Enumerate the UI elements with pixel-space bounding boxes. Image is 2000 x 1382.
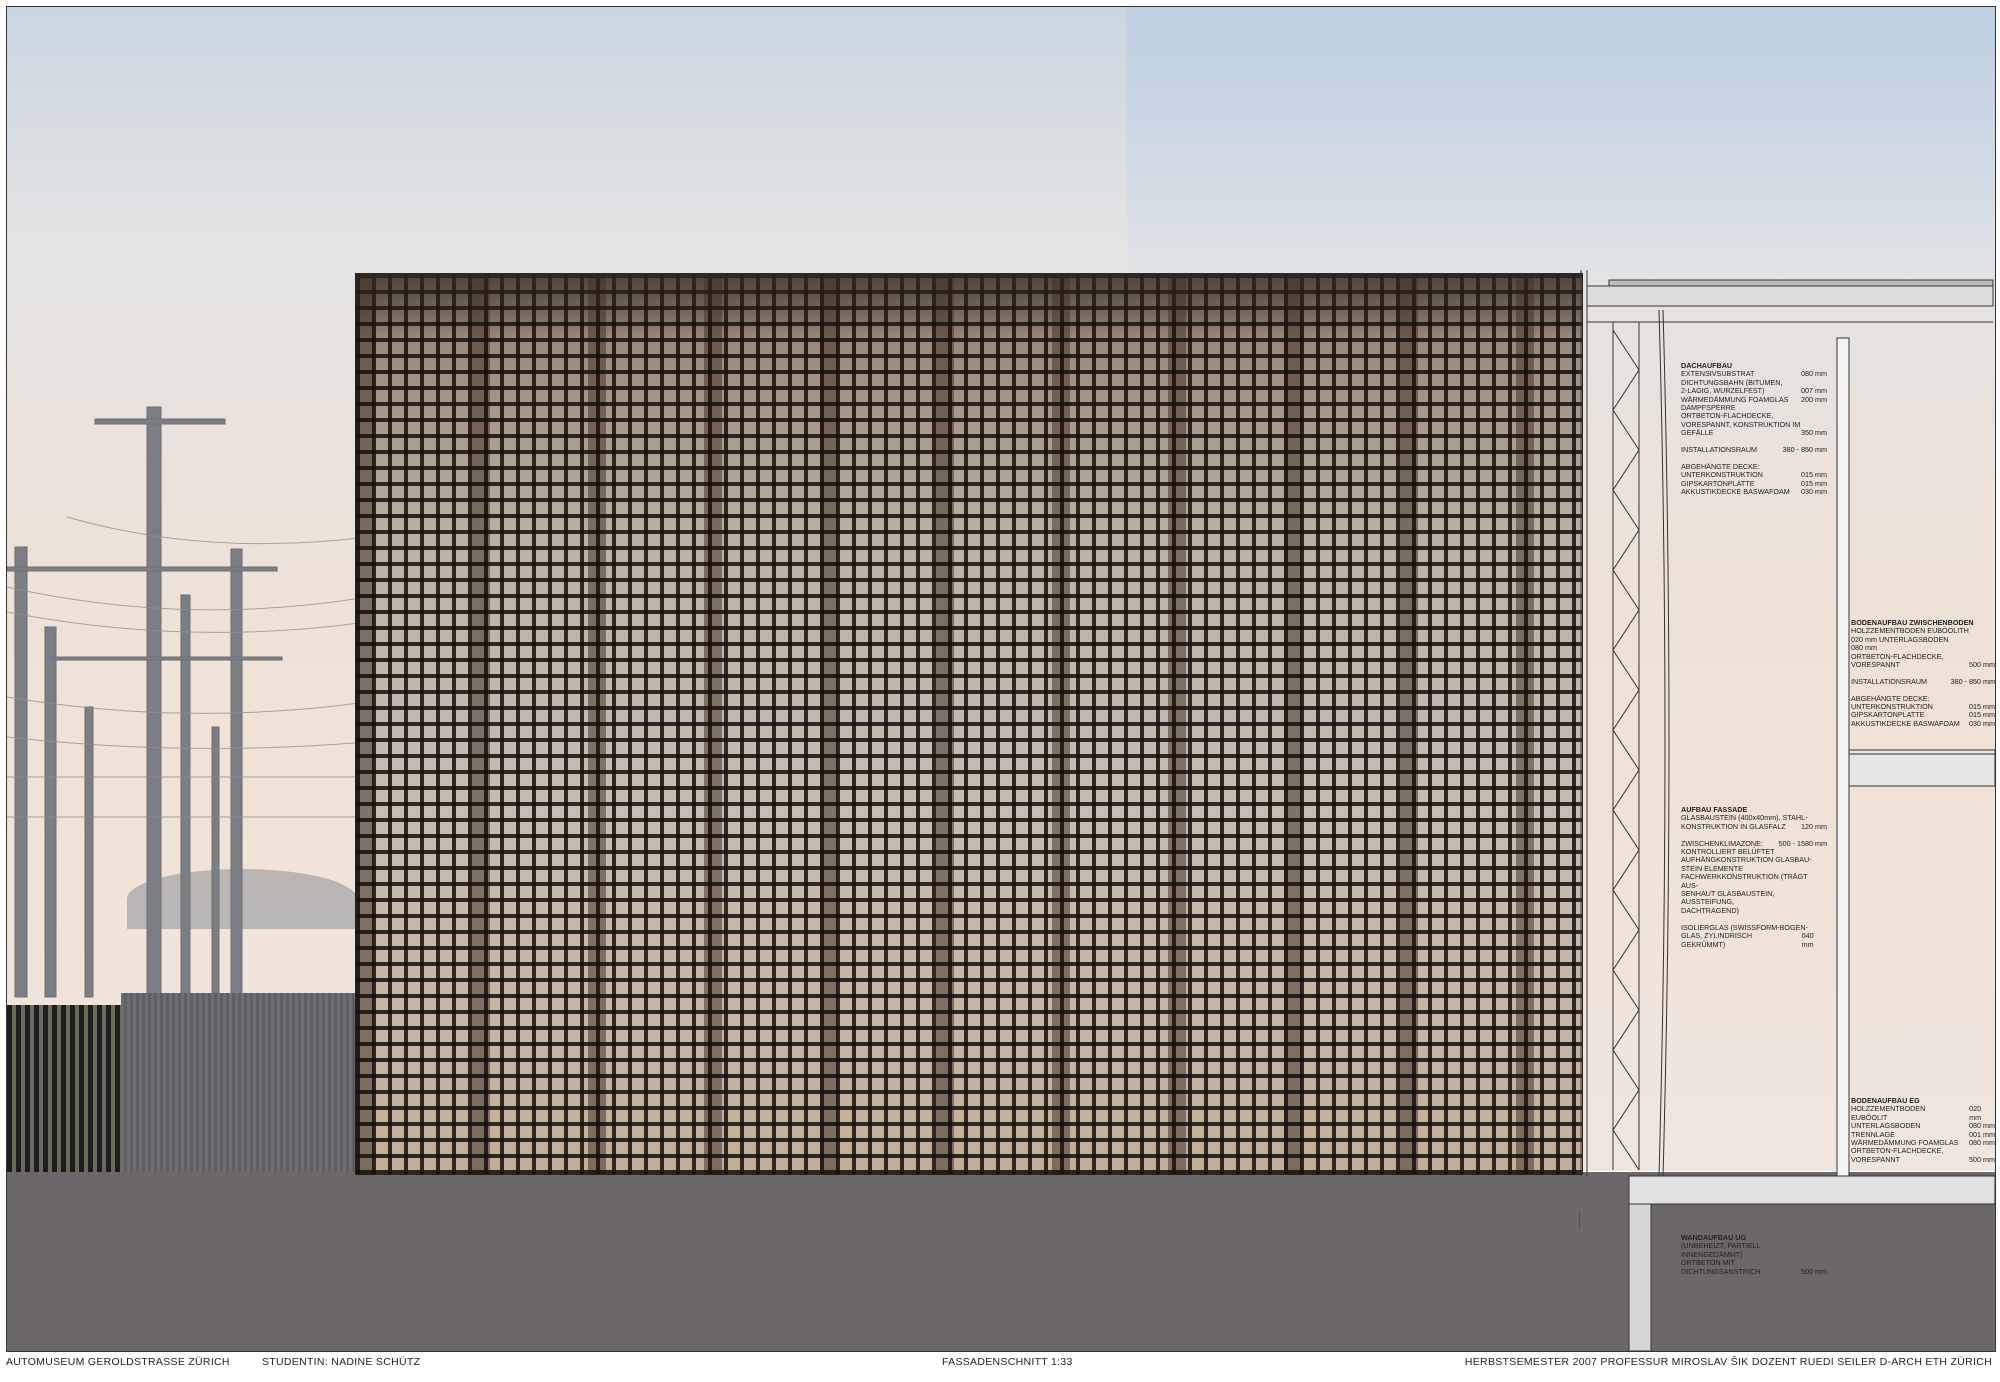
- curved-insulating-glass: [1658, 309, 1666, 1177]
- note-value: 500 mm: [1969, 660, 1995, 670]
- note-label: VORESPANNT: [1851, 1154, 1900, 1164]
- note-zwischenboden: BODENAUFBAU ZWISCHENBODEN HOLZZEMENTBODE…: [1851, 618, 1995, 728]
- footer-credits: HERBSTSEMESTER 2007 PROFESSUR MIROSLAV Š…: [1464, 1356, 1992, 1368]
- note-value: 080 mm: [1969, 1138, 1995, 1148]
- note-fassade: AUFBAU FASSADE GLASBAUSTEIN (400x40mm), …: [1681, 805, 1827, 949]
- pole-small-2: [211, 726, 220, 998]
- note-value: 080 mm: [1801, 369, 1827, 379]
- basement-wall: [1628, 1203, 1652, 1351]
- note-value: 020 mm: [1969, 1104, 1982, 1122]
- note-dachaufbau: DACHAUFBAU EXTENSIVSUBSTRAT 080 mm DICHTU…: [1681, 361, 1827, 497]
- note-label: GEFÄLLE: [1681, 428, 1714, 438]
- note-label: KONSTRUKTION IN GLASFALZ: [1681, 821, 1786, 831]
- pole-left-2: [44, 626, 57, 998]
- glass-block-facade: [355, 273, 1583, 1175]
- intermediate-floor-slab: [1848, 749, 1995, 787]
- footer-project: AUTOMUSEUM GEROLDSTRASSE ZÜRICH: [6, 1356, 230, 1368]
- note-value: 120 mm: [1801, 821, 1827, 831]
- note-eg: BODENAUFBAU EG HOLZZEMENTBODEN EUBÖOLIT 0…: [1851, 1096, 1995, 1164]
- wooden-fence: [7, 1005, 121, 1173]
- pole-mid: [180, 594, 191, 998]
- note-value: 380 - 850 mm: [1782, 445, 1827, 455]
- note-value: 030 mm: [1969, 718, 1995, 728]
- note-label: (UNBEHEIZT, PARTIELL INNENGEDÄMMT): [1681, 1241, 1761, 1259]
- curved-insulating-glass-inner: [1662, 309, 1670, 1177]
- note-value: 030 mm: [1801, 487, 1827, 497]
- note-label: VORESPANNT: [1851, 660, 1900, 670]
- note-label: AKKUSTIKDECKE BASWAFOAM: [1681, 487, 1790, 497]
- sky-gradient: [1127, 7, 1995, 287]
- roof-slab: [1586, 285, 1994, 307]
- note-value: 200 mm: [1801, 394, 1827, 404]
- pole-small: [84, 706, 94, 998]
- note-value: 500 - 1580 mm: [1778, 838, 1827, 848]
- note-label: SENHAUT GLASBAUSTEIN, AUSSTEIFUNG,: [1681, 889, 1775, 907]
- facade-top-shade: [355, 273, 1581, 333]
- pole-right: [230, 548, 243, 998]
- note-label: FACHWERKKONSTRUKTION (TRÄGT AUS-: [1681, 872, 1808, 890]
- note-value: 500 mm: [1801, 1266, 1827, 1276]
- note-label: AKKUSTIKDECKE BASWAFOAM: [1851, 718, 1960, 728]
- note-ug: WANDAUFBAU UG (UNBEHEIZT, PARTIELL INNEN…: [1681, 1233, 1827, 1276]
- crossarm-mid: [7, 566, 278, 572]
- truss-diagonals: [1612, 329, 1640, 1171]
- note-value: 040 mm: [1801, 931, 1814, 949]
- metal-shed: [121, 993, 361, 1173]
- note-label: GLAS, ZYLINDRISCH GEKRÜMMT): [1681, 931, 1753, 949]
- note-value: 500 mm: [1969, 1154, 1995, 1164]
- note-label: HOLZZEMENTBODEN EUBÖOLIT: [1851, 1104, 1926, 1122]
- note-label: INSTALLATIONSRAUM: [1681, 445, 1758, 455]
- footer-drawing-title: FASSADENSCHNITT 1:33: [942, 1356, 1073, 1368]
- interior-column: [1836, 337, 1850, 1177]
- note-value: 350 mm: [1801, 428, 1827, 438]
- roof-substrate: [1608, 279, 1994, 287]
- footer-student: STUDENTIN: NADINE SCHÜTZ: [262, 1356, 421, 1368]
- note-value: 380 - 850 mm: [1950, 676, 1995, 686]
- note-label: DICHTUNGSANSTRICH: [1681, 1266, 1761, 1276]
- note-label: INSTALLATIONSRAUM: [1851, 676, 1928, 686]
- drawing-frame: DACHAUFBAU EXTENSIVSUBSTRAT 080 mm DICHTU…: [6, 6, 1996, 1352]
- crossarm-low: [51, 656, 283, 661]
- note-label: DACHTRAGEND): [1681, 905, 1739, 915]
- catenary-poles: [7, 406, 367, 998]
- crossarm-top: [94, 418, 226, 425]
- pole-main: [146, 406, 162, 998]
- ground-floor-slab: [1628, 1175, 1995, 1205]
